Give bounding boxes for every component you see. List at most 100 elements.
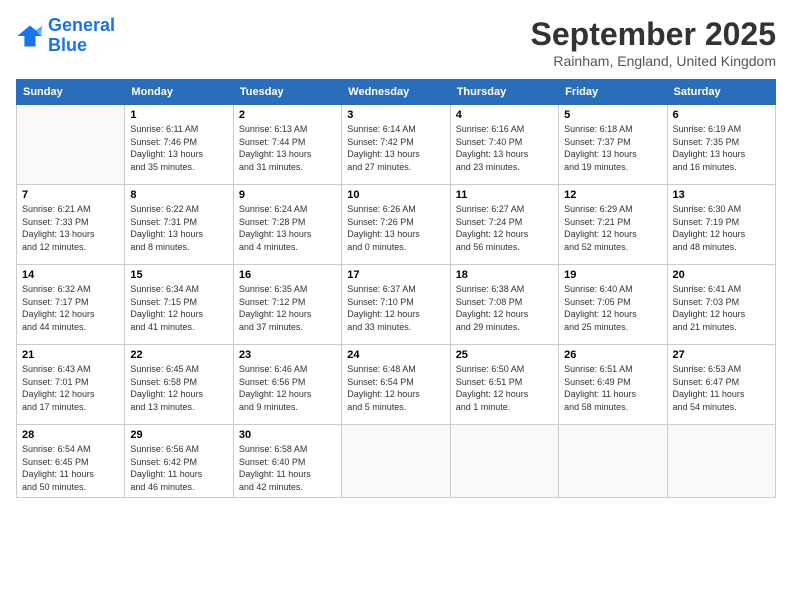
day-info: Sunrise: 6:34 AM Sunset: 7:15 PM Dayligh… [130,283,227,333]
weekday-header-thursday: Thursday [450,80,558,105]
calendar-cell: 26Sunrise: 6:51 AM Sunset: 6:49 PM Dayli… [559,345,667,425]
day-info: Sunrise: 6:14 AM Sunset: 7:42 PM Dayligh… [347,123,444,173]
calendar-cell: 12 Sunrise: 6:29 AM Sunset: 7:21 PM Dayli… [559,185,667,265]
day-info: Sunrise: 6:48 AM Sunset: 6:54 PM Dayligh… [347,363,444,413]
calendar-cell: 3 Sunrise: 6:14 AM Sunset: 7:42 PM Daylig… [342,105,450,185]
day-number: 24 [347,349,444,361]
day-number: 29 [130,429,227,441]
week-row-3: 14Sunrise: 6:32 AM Sunset: 7:17 PM Dayli… [17,265,776,345]
day-info: Sunrise: 6:56 AM Sunset: 6:42 PM Dayligh… [130,443,227,493]
day-number: 23 [239,349,336,361]
day-info: Sunrise: 6:24 AM Sunset: 7:28 PM Dayligh… [239,203,336,253]
day-info: Sunrise: 6:58 AM Sunset: 6:40 PM Dayligh… [239,443,336,493]
weekday-header-friday: Friday [559,80,667,105]
weekday-header-monday: Monday [125,80,233,105]
day-number: 21 [22,349,119,361]
day-info: Sunrise: 6:43 AM Sunset: 7:01 PM Dayligh… [22,363,119,413]
day-number: 9 [239,189,336,201]
day-number: 6 [673,109,770,121]
calendar-cell: 29 Sunrise: 6:56 AM Sunset: 6:42 PM Dayli… [125,425,233,498]
calendar-cell: 28Sunrise: 6:54 AM Sunset: 6:45 PM Dayli… [17,425,125,498]
day-number: 5 [564,109,661,121]
calendar-cell: 19 Sunrise: 6:40 AM Sunset: 7:05 PM Dayli… [559,265,667,345]
day-info: Sunrise: 6:37 AM Sunset: 7:10 PM Dayligh… [347,283,444,333]
day-info: Sunrise: 6:13 AM Sunset: 7:44 PM Dayligh… [239,123,336,173]
weekday-header-tuesday: Tuesday [233,80,341,105]
week-row-1: 1 Sunrise: 6:11 AM Sunset: 7:46 PM Daylig… [17,105,776,185]
month-title: September 2025 [531,16,776,53]
day-number: 8 [130,189,227,201]
day-number: 3 [347,109,444,121]
day-number: 1 [130,109,227,121]
day-info: Sunrise: 6:46 AM Sunset: 6:56 PM Dayligh… [239,363,336,413]
day-number: 28 [22,429,119,441]
calendar-cell: 11Sunrise: 6:27 AM Sunset: 7:24 PM Dayli… [450,185,558,265]
calendar-cell: 10Sunrise: 6:26 AM Sunset: 7:26 PM Dayli… [342,185,450,265]
day-number: 20 [673,269,770,281]
day-info: Sunrise: 6:19 AM Sunset: 7:35 PM Dayligh… [673,123,770,173]
day-info: Sunrise: 6:50 AM Sunset: 6:51 PM Dayligh… [456,363,553,413]
weekday-header-wednesday: Wednesday [342,80,450,105]
day-info: Sunrise: 6:40 AM Sunset: 7:05 PM Dayligh… [564,283,661,333]
day-info: Sunrise: 6:38 AM Sunset: 7:08 PM Dayligh… [456,283,553,333]
calendar-cell [667,425,775,498]
day-number: 11 [456,189,553,201]
day-number: 26 [564,349,661,361]
day-number: 25 [456,349,553,361]
day-number: 16 [239,269,336,281]
calendar-cell: 24 Sunrise: 6:48 AM Sunset: 6:54 PM Dayli… [342,345,450,425]
day-number: 18 [456,269,553,281]
calendar-cell [17,105,125,185]
week-row-4: 21 Sunrise: 6:43 AM Sunset: 7:01 PM Dayli… [17,345,776,425]
calendar-cell: 8 Sunrise: 6:22 AM Sunset: 7:31 PM Daylig… [125,185,233,265]
title-block: September 2025 Rainham, England, United … [531,16,776,69]
day-info: Sunrise: 6:18 AM Sunset: 7:37 PM Dayligh… [564,123,661,173]
location-subtitle: Rainham, England, United Kingdom [531,53,776,69]
calendar-cell: 9 Sunrise: 6:24 AM Sunset: 7:28 PM Daylig… [233,185,341,265]
calendar-cell: 1 Sunrise: 6:11 AM Sunset: 7:46 PM Daylig… [125,105,233,185]
day-info: Sunrise: 6:30 AM Sunset: 7:19 PM Dayligh… [673,203,770,253]
calendar-cell: 27Sunrise: 6:53 AM Sunset: 6:47 PM Dayli… [667,345,775,425]
calendar-cell: 21 Sunrise: 6:43 AM Sunset: 7:01 PM Dayli… [17,345,125,425]
weekday-header-row: SundayMondayTuesdayWednesdayThursdayFrid… [17,80,776,105]
calendar-cell: 4Sunrise: 6:16 AM Sunset: 7:40 PM Daylig… [450,105,558,185]
day-info: Sunrise: 6:11 AM Sunset: 7:46 PM Dayligh… [130,123,227,173]
logo-icon [16,22,44,50]
calendar-cell: 6 Sunrise: 6:19 AM Sunset: 7:35 PM Daylig… [667,105,775,185]
day-info: Sunrise: 6:45 AM Sunset: 6:58 PM Dayligh… [130,363,227,413]
calendar-cell: 14Sunrise: 6:32 AM Sunset: 7:17 PM Dayli… [17,265,125,345]
calendar-cell: 7 Sunrise: 6:21 AM Sunset: 7:33 PM Daylig… [17,185,125,265]
day-number: 12 [564,189,661,201]
calendar-cell: 25 Sunrise: 6:50 AM Sunset: 6:51 PM Dayli… [450,345,558,425]
calendar-cell: 18 Sunrise: 6:38 AM Sunset: 7:08 PM Dayli… [450,265,558,345]
calendar-cell: 20 Sunrise: 6:41 AM Sunset: 7:03 PM Dayli… [667,265,775,345]
day-info: Sunrise: 6:29 AM Sunset: 7:21 PM Dayligh… [564,203,661,253]
logo-text: General Blue [48,16,115,56]
calendar-cell: 23 Sunrise: 6:46 AM Sunset: 6:56 PM Dayli… [233,345,341,425]
day-number: 14 [22,269,119,281]
day-number: 27 [673,349,770,361]
calendar-cell: 16Sunrise: 6:35 AM Sunset: 7:12 PM Dayli… [233,265,341,345]
calendar-cell: 17 Sunrise: 6:37 AM Sunset: 7:10 PM Dayli… [342,265,450,345]
day-number: 22 [130,349,227,361]
calendar-cell: 5 Sunrise: 6:18 AM Sunset: 7:37 PM Daylig… [559,105,667,185]
logo: General Blue [16,16,115,56]
day-number: 19 [564,269,661,281]
day-info: Sunrise: 6:41 AM Sunset: 7:03 PM Dayligh… [673,283,770,333]
day-number: 15 [130,269,227,281]
page-header: General Blue September 2025 Rainham, Eng… [16,16,776,69]
day-number: 13 [673,189,770,201]
day-info: Sunrise: 6:21 AM Sunset: 7:33 PM Dayligh… [22,203,119,253]
day-number: 2 [239,109,336,121]
calendar-table: SundayMondayTuesdayWednesdayThursdayFrid… [16,79,776,498]
day-info: Sunrise: 6:22 AM Sunset: 7:31 PM Dayligh… [130,203,227,253]
weekday-header-sunday: Sunday [17,80,125,105]
week-row-2: 7 Sunrise: 6:21 AM Sunset: 7:33 PM Daylig… [17,185,776,265]
day-number: 10 [347,189,444,201]
calendar-cell [342,425,450,498]
calendar-cell [450,425,558,498]
calendar-cell: 22 Sunrise: 6:45 AM Sunset: 6:58 PM Dayli… [125,345,233,425]
day-number: 7 [22,189,119,201]
day-number: 17 [347,269,444,281]
calendar-cell: 30Sunrise: 6:58 AM Sunset: 6:40 PM Dayli… [233,425,341,498]
